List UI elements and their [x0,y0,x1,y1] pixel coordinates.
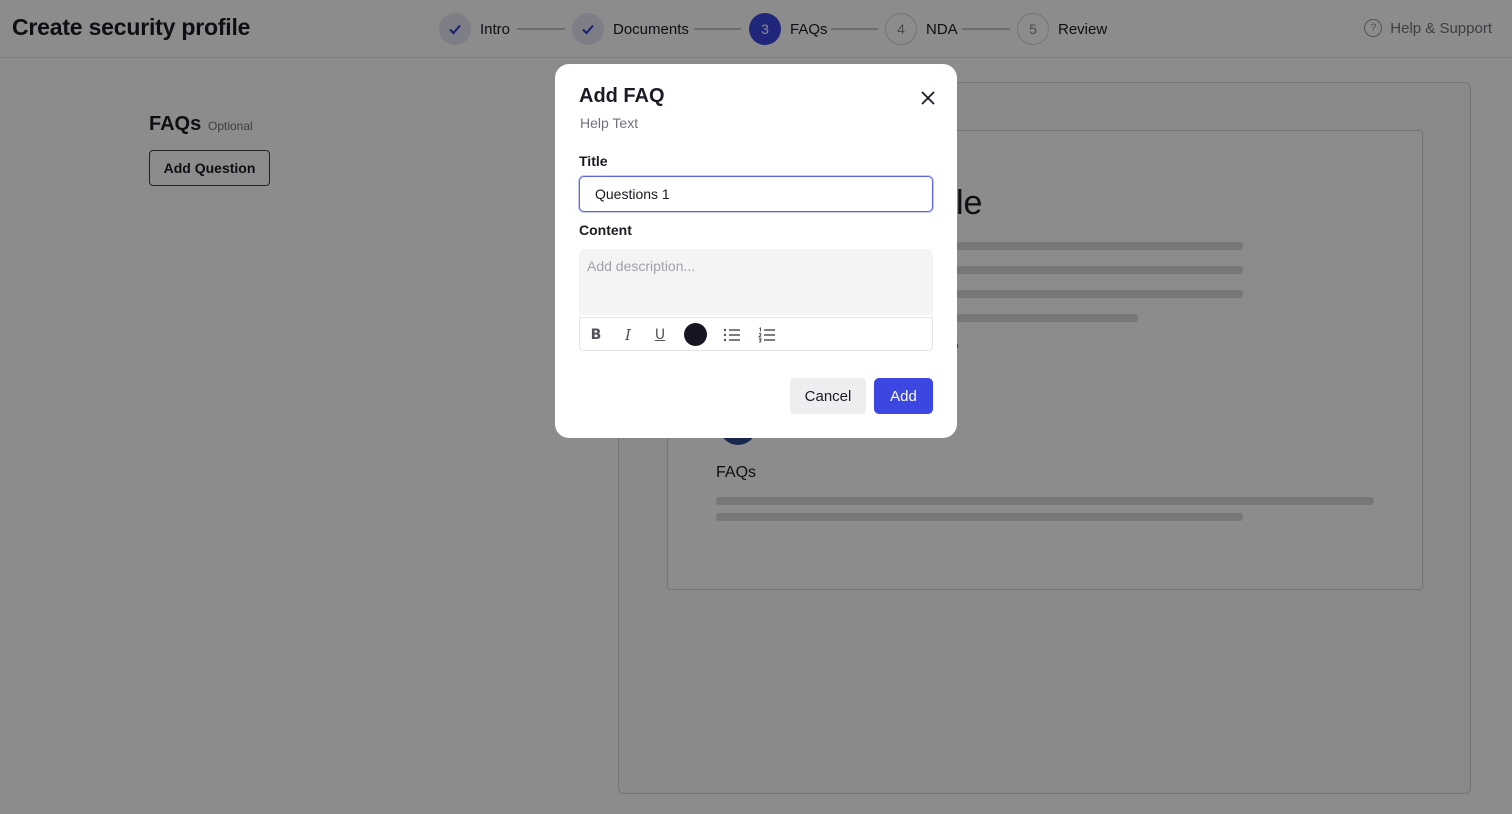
rich-text-toolbar: B I U [579,317,933,351]
underline-button[interactable]: U [649,324,671,346]
modal-help-text: Help Text [580,115,639,131]
bullet-list-icon[interactable] [721,324,743,346]
title-input[interactable] [579,176,933,212]
content-textarea[interactable] [579,249,933,315]
modal-title: Add FAQ [579,85,665,107]
text-color-swatch[interactable] [684,323,707,346]
title-label: Title [579,153,608,169]
italic-button[interactable]: I [617,324,639,346]
numbered-list-icon[interactable] [756,324,778,346]
add-button[interactable]: Add [874,378,933,414]
content-label: Content [579,222,632,238]
bold-button[interactable]: B [585,324,607,346]
close-icon[interactable] [917,87,939,109]
cancel-button[interactable]: Cancel [790,378,866,414]
add-faq-modal: Add FAQ Help Text Title Content B I U Ca… [555,64,957,438]
